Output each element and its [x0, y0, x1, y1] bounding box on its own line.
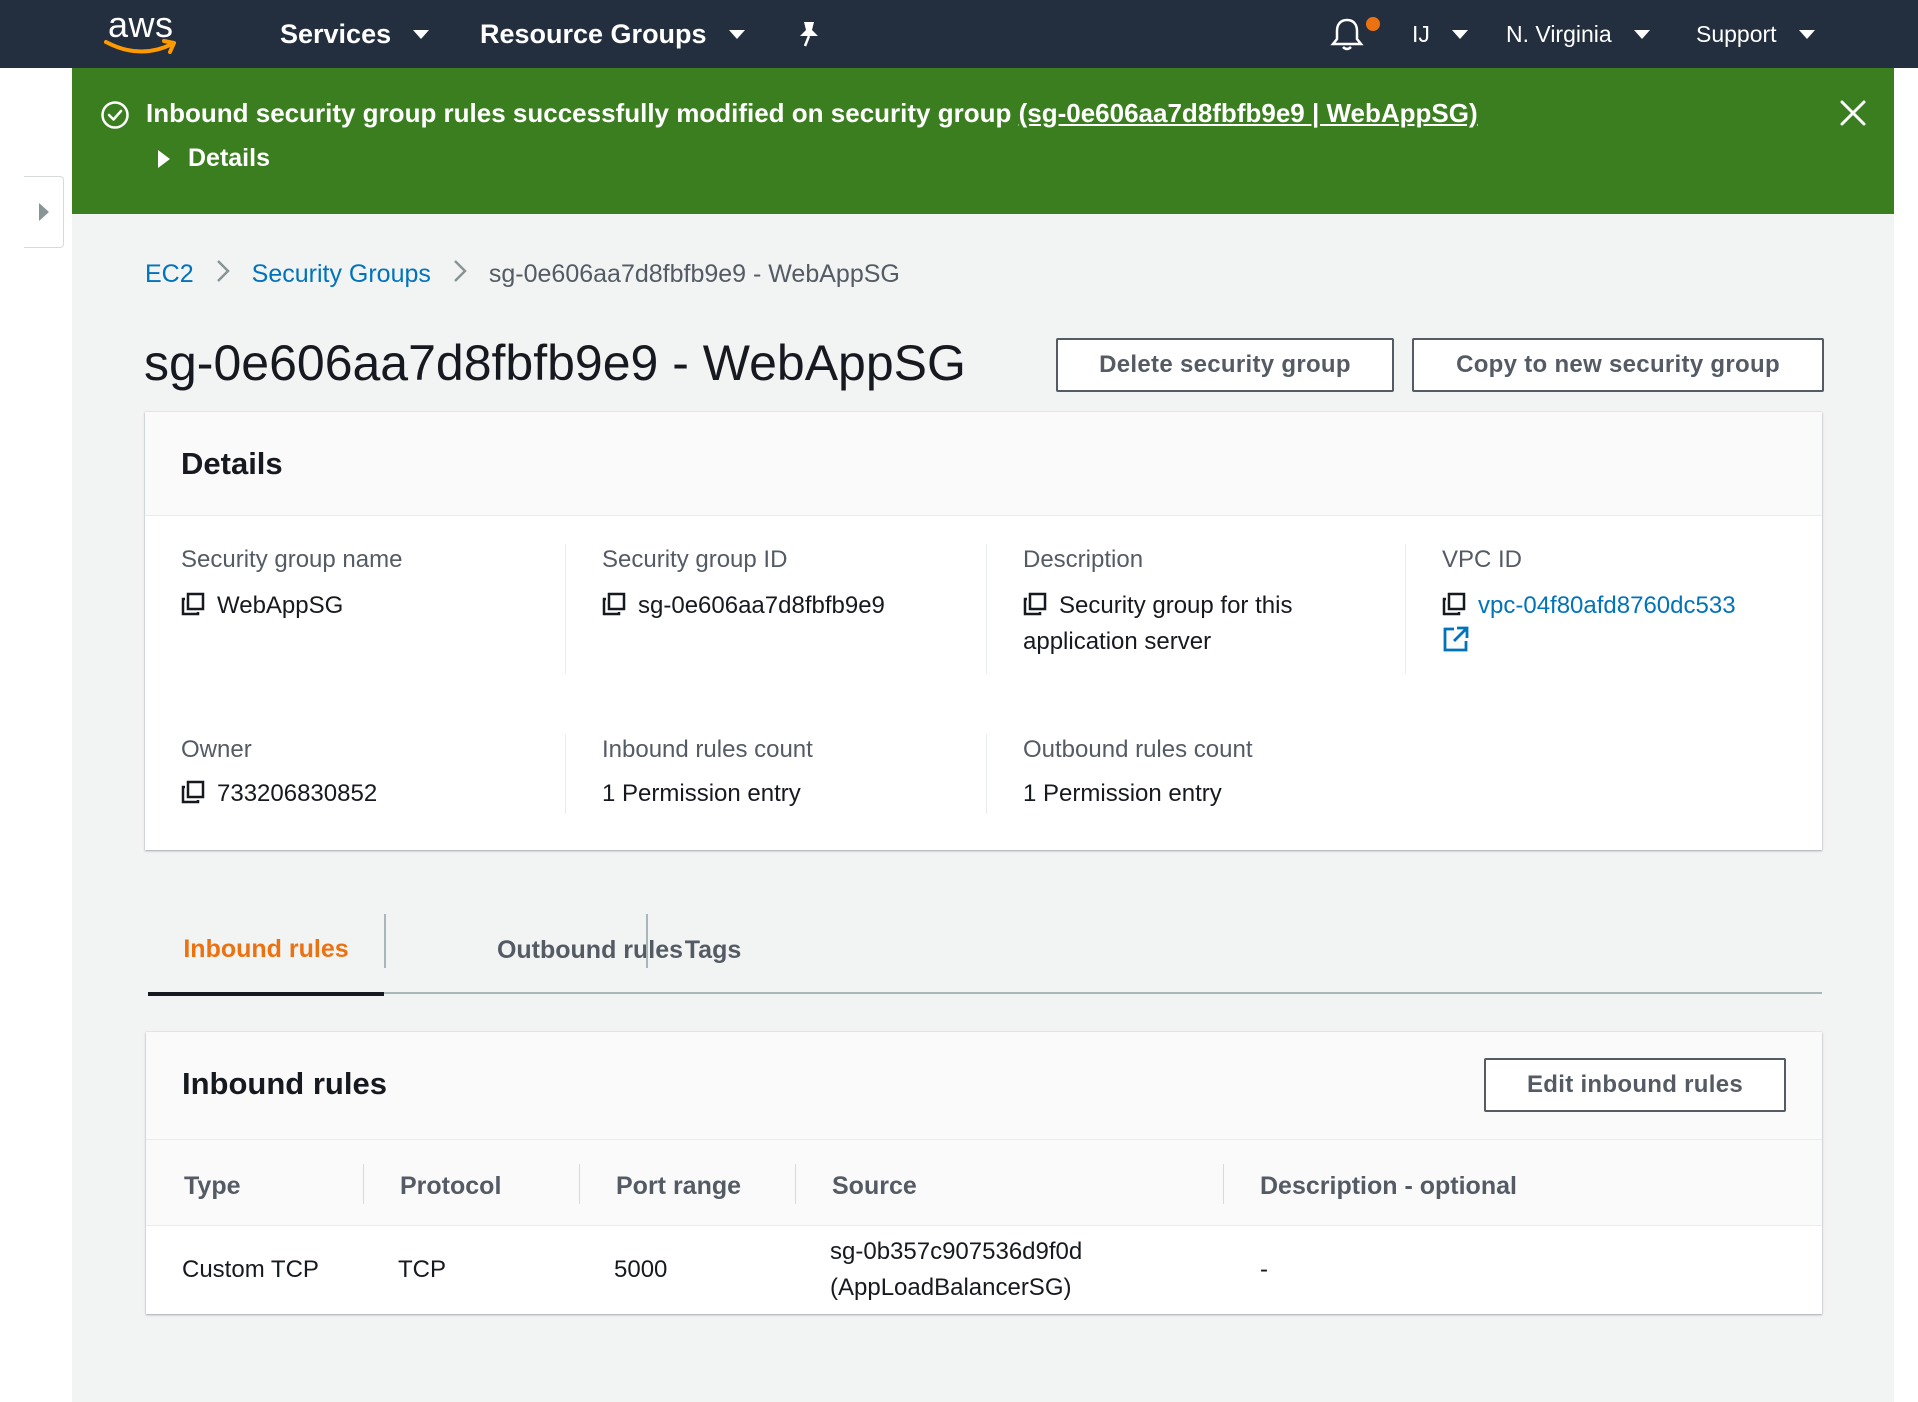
aws-smile-icon	[104, 39, 176, 54]
divider	[986, 544, 987, 674]
field-label-vpc-id: VPC ID	[1442, 546, 1523, 573]
support-menu[interactable]: Support	[1696, 0, 1815, 68]
chevron-down-icon	[728, 29, 745, 39]
field-label-sg-name: Security group name	[181, 546, 403, 573]
cell-source: sg-0b357c907536d9f0d (AppLoadBalancerSG)	[830, 1238, 1083, 1301]
caret-right-icon	[158, 149, 170, 168]
column-header-description[interactable]: Description - optional	[1260, 1172, 1517, 1201]
cell-type: Custom TCP	[182, 1256, 319, 1283]
page-title: sg-0e606aa7d8fbfb9e9 - WebAppSG	[144, 335, 966, 391]
copy-icon[interactable]	[181, 780, 205, 804]
field-value-outbound-count: 1 Permission entry	[1023, 780, 1222, 807]
table-header-row	[146, 1140, 1822, 1226]
delete-security-group-button[interactable]: Delete security group	[1056, 338, 1394, 392]
sidebar-toggle[interactable]	[24, 176, 64, 248]
security-group-link[interactable]: (sg-0e606aa7d8fbfb9e9 | WebAppSG)	[1019, 98, 1478, 128]
details-card: Details Security group name WebAppSG Sec…	[145, 412, 1822, 850]
tab-bar: Inbound rules Outbound rules Tags	[148, 906, 1822, 996]
copy-security-group-button[interactable]: Copy to new security group	[1412, 338, 1824, 392]
chevron-down-icon	[1633, 29, 1650, 39]
breadcrumb-security-groups[interactable]: Security Groups	[252, 260, 431, 289]
divider	[579, 1164, 580, 1204]
aws-logo[interactable]: aws	[104, 4, 184, 60]
chevron-down-icon	[1798, 29, 1815, 39]
cell-port-range: 5000	[614, 1256, 668, 1283]
edit-inbound-rules-button[interactable]: Edit inbound rules	[1484, 1058, 1786, 1112]
field-value-owner: 733206830852	[181, 776, 377, 812]
field-label-owner: Owner	[181, 736, 252, 763]
region-menu[interactable]: N. Virginia	[1506, 0, 1650, 68]
cell-protocol: TCP	[398, 1256, 446, 1283]
divider	[986, 734, 987, 814]
chevron-right-icon	[453, 258, 467, 291]
divider	[363, 1164, 364, 1204]
top-navigation: aws Services Resource Groups IJ N. Virgi…	[0, 0, 1918, 68]
field-value-vpc-id: vpc-04f80afd8760dc533	[1442, 588, 1782, 660]
close-icon[interactable]	[1838, 98, 1868, 128]
success-check-icon	[101, 101, 129, 129]
breadcrumb-ec2[interactable]: EC2	[145, 260, 194, 289]
services-menu[interactable]: Services	[280, 0, 430, 68]
notification-badge	[1366, 17, 1380, 31]
copy-icon[interactable]	[602, 592, 626, 616]
bell-icon[interactable]	[1330, 16, 1364, 52]
chevron-right-icon	[216, 258, 230, 291]
field-label-inbound-count: Inbound rules count	[602, 736, 813, 763]
cell-description: -	[1260, 1256, 1268, 1283]
tab-inbound-rules[interactable]: Inbound rules	[148, 906, 384, 996]
divider	[1405, 544, 1406, 674]
breadcrumb: EC2 Security Groups sg-0e606aa7d8fbfb9e9…	[145, 258, 900, 291]
divider	[795, 1164, 796, 1204]
external-link-icon[interactable]	[1442, 625, 1470, 653]
column-header-source[interactable]: Source	[832, 1172, 917, 1201]
success-flash-banner: Inbound security group rules successfull…	[72, 68, 1894, 214]
resource-groups-menu[interactable]: Resource Groups	[480, 0, 745, 68]
details-title: Details	[181, 446, 283, 481]
inbound-rules-title: Inbound rules	[182, 1066, 387, 1101]
pin-icon[interactable]	[796, 20, 822, 48]
column-header-type[interactable]: Type	[184, 1172, 241, 1201]
chevron-right-icon	[38, 203, 49, 221]
flash-message: Inbound security group rules successfull…	[146, 98, 1478, 128]
flash-details-toggle[interactable]: Details	[158, 144, 270, 173]
copy-icon[interactable]	[181, 592, 205, 616]
details-header: Details	[145, 412, 1822, 516]
field-value-description: Security group for this application serv…	[1023, 592, 1293, 655]
column-header-protocol[interactable]: Protocol	[400, 1172, 501, 1201]
column-header-port-range[interactable]: Port range	[616, 1172, 741, 1201]
field-label-outbound-count: Outbound rules count	[1023, 736, 1253, 763]
copy-icon[interactable]	[1023, 592, 1047, 616]
field-value-sg-name: WebAppSG	[181, 588, 343, 624]
tab-tags[interactable]: Tags	[648, 906, 778, 994]
divider	[565, 734, 566, 814]
breadcrumb-current: sg-0e606aa7d8fbfb9e9 - WebAppSG	[488, 260, 900, 288]
divider	[565, 544, 566, 674]
chevron-down-icon	[413, 29, 430, 39]
field-value-inbound-count: 1 Permission entry	[602, 780, 801, 807]
copy-icon[interactable]	[1442, 592, 1466, 616]
field-label-description: Description	[1023, 546, 1144, 573]
vpc-link[interactable]: vpc-04f80afd8760dc533	[1478, 592, 1736, 619]
chevron-down-icon	[1451, 29, 1468, 39]
divider	[1223, 1164, 1224, 1204]
field-value-sg-id: sg-0e606aa7d8fbfb9e9	[602, 588, 885, 624]
account-menu[interactable]: IJ	[1412, 0, 1468, 68]
field-label-sg-id: Security group ID	[602, 546, 788, 573]
